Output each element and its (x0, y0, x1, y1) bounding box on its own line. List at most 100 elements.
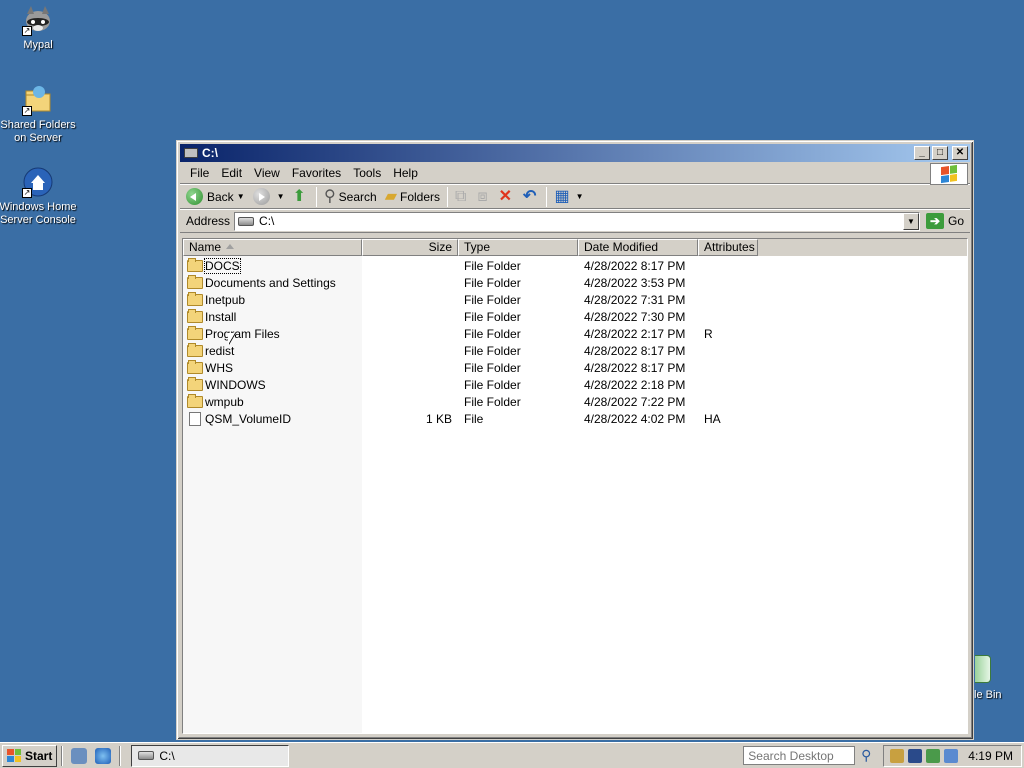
minimize-button[interactable]: _ (914, 146, 930, 160)
list-item-name: Documents and Settings (183, 274, 362, 290)
taskbar: Start C:\ ⚲ 4:19 PM (0, 742, 1024, 768)
folder-icon (187, 359, 203, 374)
copy-to-button[interactable]: ⧈ (473, 187, 494, 207)
list-item[interactable]: Install File Folder 4/28/2022 7:30 PM (183, 308, 967, 325)
close-button[interactable]: ✕ (952, 146, 968, 160)
maximize-button[interactable]: □ (932, 146, 948, 160)
window-title: C:\ (202, 146, 218, 160)
title-bar[interactable]: C:\ _ □ ✕ (180, 144, 970, 162)
desktop-icon-shared-folders[interactable]: ↗ Shared Folders on Server (0, 84, 78, 145)
list-item-date: 4/28/2022 7:30 PM (584, 309, 686, 324)
menu-help[interactable]: Help (387, 164, 424, 182)
address-input[interactable]: C:\ ▼ (234, 211, 920, 231)
desktop-icon-recycle-bin[interactable]: le Bin (974, 655, 1024, 701)
list-item-date: 4/28/2022 7:31 PM (584, 292, 686, 307)
column-header-name-label: Name (189, 240, 222, 254)
go-label: Go (947, 214, 964, 228)
back-dropdown-icon[interactable]: ▼ (237, 192, 245, 201)
file-list[interactable]: Name Size Type Date Modified Attributes … (182, 238, 968, 734)
folder-icon (187, 291, 203, 306)
desktop-icon-home-server-console[interactable]: ↗ Windows Home Server Console (0, 166, 78, 227)
column-header-attributes[interactable]: Attributes (698, 239, 758, 256)
forward-dropdown-icon[interactable]: ▼ (277, 192, 285, 201)
tray-search-icon[interactable] (944, 748, 959, 763)
list-item-date: 4/28/2022 8:17 PM (584, 258, 686, 273)
column-header-type-label: Type (464, 240, 491, 254)
home-server-icon: ↗ (22, 166, 54, 198)
undo-icon: ↶ (523, 187, 537, 205)
folders-button[interactable]: ▰ Folders (381, 187, 444, 207)
column-header-size[interactable]: Size (362, 239, 458, 256)
mouse-cursor-icon (228, 333, 235, 345)
shortcut-arrow-icon: ↗ (22, 188, 32, 198)
quicklaunch-separator (61, 745, 64, 766)
undo-button[interactable]: ↶ (519, 187, 543, 207)
list-item[interactable]: WINDOWS File Folder 4/28/2022 2:18 PM (183, 376, 967, 393)
list-item-name: Inetpub (183, 291, 362, 307)
menu-view[interactable]: View (248, 164, 286, 182)
list-item-type: File Folder (464, 343, 521, 358)
up-folder-icon: ⬆ (292, 187, 306, 205)
drive-icon (238, 216, 255, 226)
list-item[interactable]: DOCS File Folder 4/28/2022 8:17 PM (183, 257, 967, 274)
menu-favorites[interactable]: Favorites (286, 164, 347, 182)
forward-button[interactable]: ▼ (249, 186, 289, 207)
delete-button[interactable]: ✕ (495, 187, 519, 207)
list-item-label: DOCS (204, 257, 241, 274)
views-button[interactable]: ▦ ▼ (550, 187, 587, 207)
windows-flag-icon (7, 749, 21, 762)
list-item[interactable]: Documents and Settings File Folder 4/28/… (183, 274, 967, 291)
tray-network-icon[interactable] (908, 748, 923, 763)
address-dropdown-icon[interactable]: ▼ (902, 212, 919, 230)
column-header-type[interactable]: Type (458, 239, 578, 256)
menu-edit[interactable]: Edit (215, 164, 248, 182)
menu-file[interactable]: File (184, 164, 215, 182)
list-item[interactable]: Inetpub File Folder 4/28/2022 7:31 PM (183, 291, 967, 308)
list-item-label: QSM_VolumeID (205, 411, 292, 426)
list-item[interactable]: Program Files File Folder 4/28/2022 2:17… (183, 325, 967, 342)
recycle-bin-icon (975, 655, 991, 683)
list-item[interactable]: QSM_VolumeID 1 KB File 4/28/2022 4:02 PM… (183, 410, 967, 427)
column-header-attributes-label: Attributes (704, 240, 755, 254)
list-item-label: wmpub (205, 394, 244, 409)
folder-icon (187, 257, 203, 272)
list-item-name: DOCS (183, 257, 362, 274)
back-button[interactable]: Back ▼ (182, 186, 249, 207)
list-item-date: 4/28/2022 7:22 PM (584, 394, 686, 409)
list-item-date: 4/28/2022 8:17 PM (584, 360, 686, 375)
show-desktop-icon[interactable] (71, 747, 88, 764)
address-label: Address (186, 214, 231, 228)
tray-home-server-icon[interactable] (926, 748, 941, 763)
desktop-icon-label: Shared Folders on Server (0, 119, 76, 144)
search-button[interactable]: ⚲ Search (320, 187, 381, 207)
folder-icon (187, 308, 203, 323)
file-rows: DOCS File Folder 4/28/2022 8:17 PM Docum… (183, 256, 967, 427)
taskbar-window-button[interactable]: C:\ (131, 744, 290, 767)
start-button[interactable]: Start (2, 744, 58, 767)
list-item[interactable]: wmpub File Folder 4/28/2022 7:22 PM (183, 393, 967, 410)
list-item-label: Program Files (205, 326, 280, 341)
menu-tools[interactable]: Tools (347, 164, 387, 182)
list-item-type: File Folder (464, 360, 521, 375)
column-header-name[interactable]: Name (183, 239, 362, 256)
list-item-label: redist (205, 343, 235, 358)
search-icon: ⚲ (323, 187, 336, 205)
shortcut-arrow-icon: ↗ (22, 26, 32, 36)
column-header-date-modified[interactable]: Date Modified (578, 239, 698, 256)
list-item-name: Program Files (183, 325, 362, 341)
list-item-type: File Folder (464, 377, 521, 392)
move-to-button[interactable]: ⧉ (451, 187, 473, 207)
system-tray: 4:19 PM (883, 744, 1022, 767)
explorer-window: C:\ _ □ ✕ File Edit View Favorites Tools… (176, 140, 974, 740)
folder-icon (187, 325, 203, 340)
desktop-icon-mypal[interactable]: ↗ Mypal (0, 4, 78, 52)
internet-explorer-icon[interactable] (95, 747, 112, 764)
up-folder-button[interactable]: ⬆ (289, 187, 313, 207)
go-button[interactable]: ➔ Go (920, 213, 970, 229)
tray-server-icon[interactable] (890, 748, 905, 763)
search-desktop-input[interactable] (743, 746, 856, 765)
search-icon[interactable]: ⚲ (855, 746, 877, 766)
list-item[interactable]: WHS File Folder 4/28/2022 8:17 PM (183, 359, 967, 376)
clock[interactable]: 4:19 PM (968, 749, 1013, 763)
list-item[interactable]: redist File Folder 4/28/2022 8:17 PM (183, 342, 967, 359)
